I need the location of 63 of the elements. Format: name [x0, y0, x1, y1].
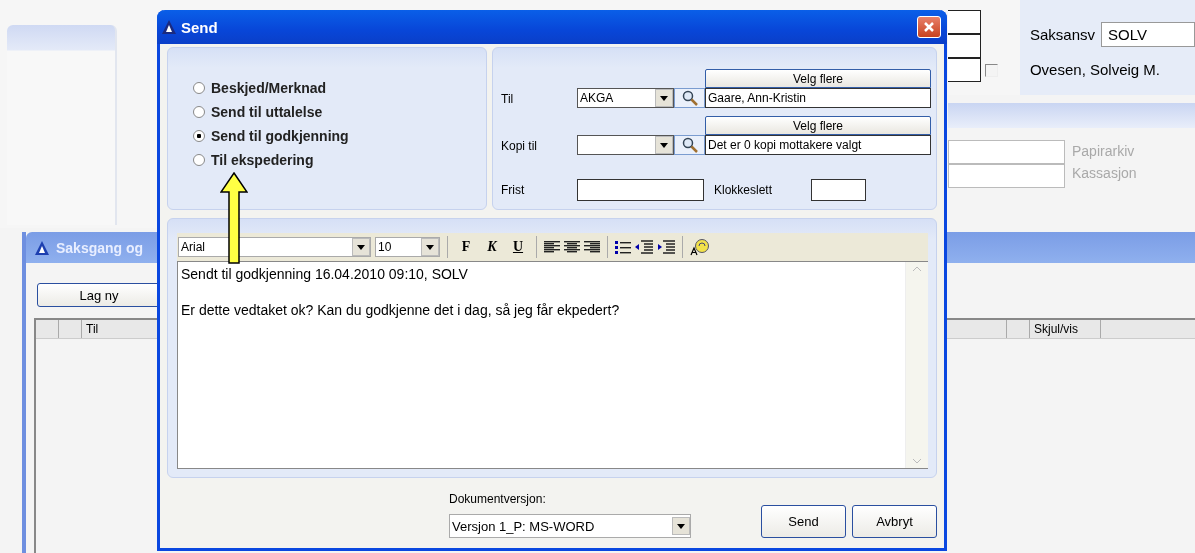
field-label: Kassasjon	[1071, 164, 1137, 183]
input-field[interactable]	[948, 164, 1065, 188]
cancel-button[interactable]: Avbryt	[852, 505, 937, 538]
time-field[interactable]	[811, 179, 866, 201]
radio-option[interactable]: Beskjed/Merknad	[193, 78, 486, 98]
dropdown-arrow-icon	[426, 244, 434, 250]
message-line: Er dette vedtaket ok? Kan du godkjenne det i dag, så jeg får ekpedert?	[181, 301, 621, 319]
format-button[interactable]: F	[455, 236, 477, 258]
outdent-icon[interactable]	[635, 240, 653, 254]
choose-more-button[interactable]: Velg flere	[705, 69, 931, 88]
field-label: Klokkeslett	[714, 183, 774, 197]
dropdown-arrow-icon	[677, 523, 685, 529]
close-button[interactable]	[917, 16, 941, 38]
size-select[interactable]: 10	[375, 237, 440, 257]
input-field[interactable]	[948, 58, 981, 82]
recipient-combo[interactable]: AKGA	[577, 88, 674, 108]
dropdown-arrow-icon	[660, 142, 668, 148]
close-icon	[923, 21, 935, 33]
input-field[interactable]	[948, 34, 981, 58]
dialog-title: Send	[181, 18, 218, 36]
arrow-icon	[220, 172, 248, 264]
indent-icon[interactable]	[657, 240, 675, 254]
recipient-name-field: Gaare, Ann-Kristin	[705, 88, 931, 108]
send-button[interactable]: Send	[761, 505, 846, 538]
input-field[interactable]	[948, 140, 1065, 164]
field-label: Til	[501, 92, 515, 106]
choose-more-button[interactable]: Velg flere	[705, 116, 931, 135]
format-button[interactable]: U	[507, 236, 529, 258]
checkbox[interactable]	[985, 63, 998, 77]
field-label: Frist	[501, 183, 526, 197]
logo-icon	[161, 19, 177, 35]
input-field[interactable]	[948, 10, 981, 34]
dropdown-arrow-icon	[660, 95, 668, 101]
bullet-list-icon[interactable]	[615, 240, 631, 254]
saksansv-field[interactable]: SOLV	[1101, 22, 1195, 47]
search-icon	[681, 137, 698, 153]
radio-option[interactable]: Til ekspedering	[193, 150, 486, 170]
copy-combo[interactable]	[577, 135, 674, 155]
version-select[interactable]: Versjon 1_P: MS-WORD	[449, 514, 691, 538]
dropdown-arrow-icon	[357, 244, 365, 250]
spell-check-icon[interactable]	[690, 238, 710, 256]
window-title: Saksgang og	[56, 239, 144, 256]
logo-icon	[34, 239, 50, 256]
radio-option[interactable]: Send til uttalelse	[193, 102, 486, 122]
search-button[interactable]	[674, 135, 705, 155]
column-header[interactable]: Skjul/vis	[1030, 320, 1101, 338]
field-label: Saksansv	[1029, 26, 1095, 43]
search-button[interactable]	[674, 88, 705, 108]
font-select[interactable]: Arial	[178, 237, 371, 257]
radio-option[interactable]: Send til godkjenning	[193, 126, 486, 146]
field-label: Dokumentversjon:	[449, 492, 547, 506]
owner-name: Ovesen, Solveig M.	[1029, 61, 1161, 78]
copy-name-field: Det er 0 kopi mottakere valgt	[705, 135, 931, 155]
message-area[interactable]: Sendt til godkjenning 16.04.2010 09:10, SOLV Er dette vedtaket ok? Kan du godkjenne det i dag, så jeg får ekpedert?	[177, 261, 928, 469]
deadline-field[interactable]	[577, 179, 704, 201]
message-line: Sendt til godkjenning 16.04.2010 09:10, SOLV	[181, 265, 469, 283]
align-center-icon[interactable]	[564, 240, 580, 254]
format-button[interactable]: K	[481, 236, 503, 258]
align-right-icon[interactable]	[584, 240, 600, 254]
field-label: Kopi til	[501, 139, 539, 153]
field-label: Papirarkiv	[1071, 142, 1136, 161]
search-icon	[681, 90, 698, 106]
align-left-icon[interactable]	[544, 240, 560, 254]
